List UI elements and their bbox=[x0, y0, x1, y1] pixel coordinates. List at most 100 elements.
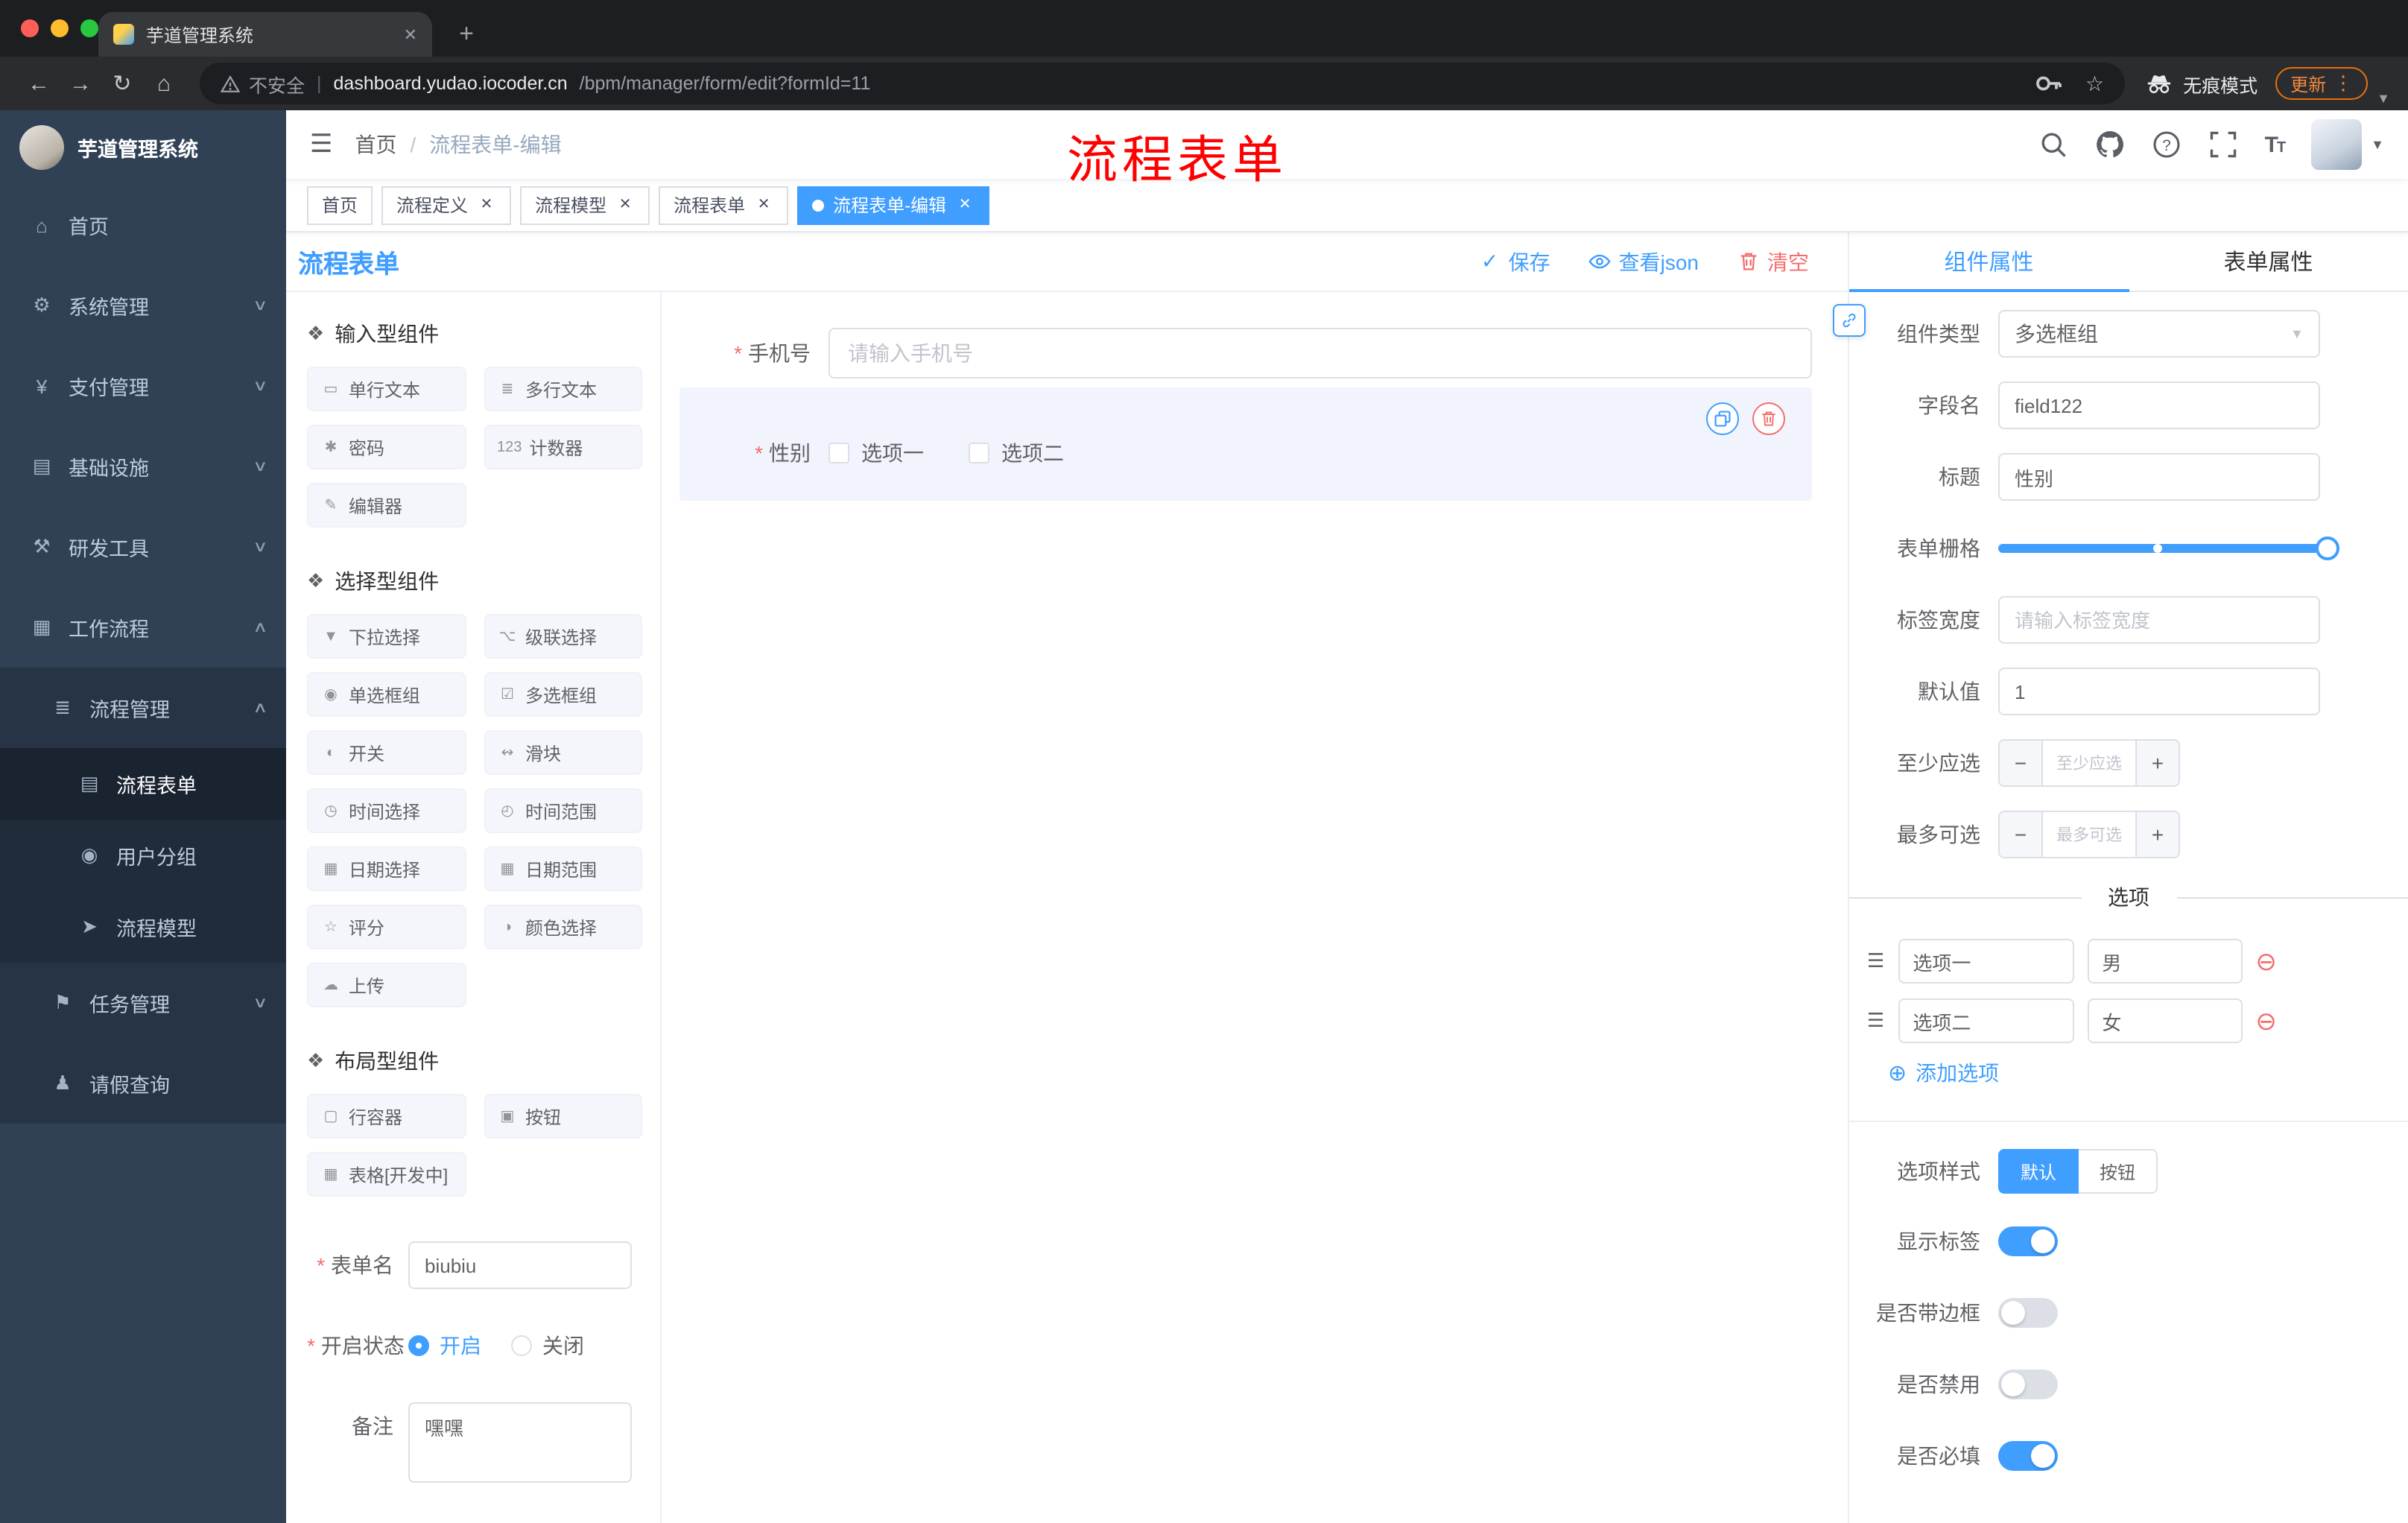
option-1-value-input[interactable] bbox=[2087, 939, 2243, 984]
minus-button[interactable]: − bbox=[2000, 741, 2043, 785]
chip-color-picker[interactable]: ◑ 颜色选择 bbox=[484, 905, 642, 949]
field-phone[interactable]: 手机号 bbox=[679, 328, 1812, 379]
reload-icon[interactable]: ↻ bbox=[101, 63, 143, 104]
chip-multi-line-text[interactable]: ≣ 多行文本 bbox=[484, 367, 642, 411]
style-button-button[interactable]: 按钮 bbox=[2079, 1149, 2158, 1194]
browser-tab[interactable]: 芋道管理系统 ✕ bbox=[98, 12, 432, 57]
chip-rate[interactable]: ☆ 评分 bbox=[307, 905, 466, 949]
tag-process-form-edit[interactable]: 流程表单-编辑 ✕ bbox=[797, 186, 990, 224]
option-1-label-input[interactable] bbox=[1898, 939, 2074, 984]
chevron-down-icon[interactable]: ▼ bbox=[2377, 91, 2390, 110]
option-2-value-input[interactable] bbox=[2087, 998, 2243, 1043]
style-default-button[interactable]: 默认 bbox=[1998, 1149, 2079, 1194]
sidebar-item-payment[interactable]: ¥ 支付管理 ∨ bbox=[0, 346, 286, 426]
status-off-radio[interactable]: 关闭 bbox=[511, 1322, 584, 1370]
chip-upload[interactable]: ☁ 上传 bbox=[307, 963, 466, 1007]
sidebar-item-home[interactable]: ⌂ 首页 bbox=[0, 185, 286, 265]
max-select-value[interactable]: 最多可选 bbox=[2043, 812, 2135, 857]
field-name-input[interactable] bbox=[1998, 381, 2320, 429]
chip-cascader[interactable]: ⌥ 级联选择 bbox=[484, 614, 642, 659]
chip-time-picker[interactable]: ◷ 时间选择 bbox=[307, 788, 466, 833]
browser-menu-icon[interactable]: ⋮ bbox=[2333, 72, 2353, 95]
tag-home[interactable]: 首页 bbox=[307, 186, 373, 224]
component-type-select[interactable]: 多选框组 ▼ bbox=[1998, 310, 2320, 358]
sidebar-item-user-group[interactable]: ◉ 用户分组 bbox=[0, 820, 286, 891]
delete-field-button[interactable] bbox=[1752, 402, 1785, 435]
new-tab-button[interactable]: + bbox=[447, 15, 486, 54]
github-icon[interactable] bbox=[2095, 130, 2125, 159]
remove-option-icon[interactable]: ⊖ bbox=[2255, 949, 2277, 974]
sidebar-item-process-form[interactable]: ▤ 流程表单 bbox=[0, 748, 286, 820]
chip-button[interactable]: ▣ 按钮 bbox=[484, 1094, 642, 1139]
chip-single-line-text[interactable]: ▭ 单行文本 bbox=[307, 367, 466, 411]
sidebar-item-system[interactable]: ⚙ 系统管理 ∨ bbox=[0, 265, 286, 346]
chip-date-range[interactable]: ▦ 日期范围 bbox=[484, 846, 642, 891]
sidebar-item-process-model[interactable]: ➤ 流程模型 bbox=[0, 891, 286, 963]
drag-handle-icon[interactable]: ☰ bbox=[1867, 1009, 1884, 1033]
with-border-toggle[interactable] bbox=[1998, 1298, 2058, 1328]
plus-button[interactable]: + bbox=[2135, 812, 2179, 857]
chip-time-range[interactable]: ◴ 时间范围 bbox=[484, 788, 642, 833]
grid-slider[interactable] bbox=[1998, 525, 2339, 572]
chip-password[interactable]: ✱ 密码 bbox=[307, 425, 466, 469]
default-value-input[interactable] bbox=[1998, 668, 2320, 715]
tag-process-form[interactable]: 流程表单 ✕ bbox=[659, 186, 789, 224]
copy-field-button[interactable] bbox=[1706, 402, 1739, 435]
plus-button[interactable]: + bbox=[2135, 741, 2179, 785]
status-on-radio[interactable]: 开启 bbox=[408, 1322, 481, 1370]
update-button[interactable]: 更新 ⋮ bbox=[2275, 67, 2369, 100]
drag-handle-icon[interactable]: ☰ bbox=[1867, 949, 1884, 973]
font-size-icon[interactable]: TT bbox=[2265, 132, 2287, 157]
close-icon[interactable]: ✕ bbox=[754, 195, 773, 215]
close-icon[interactable]: ✕ bbox=[955, 195, 975, 215]
minus-button[interactable]: − bbox=[2000, 812, 2043, 857]
chip-radio-group[interactable]: ◉ 单选框组 bbox=[307, 672, 466, 717]
sidebar-logo[interactable]: 芋道管理系统 bbox=[0, 110, 286, 185]
sidebar-item-devtools[interactable]: ⚒ 研发工具 ∨ bbox=[0, 507, 286, 587]
minimize-window-button[interactable] bbox=[51, 19, 69, 37]
security-status[interactable]: 不安全 bbox=[221, 69, 305, 98]
forward-icon[interactable]: → bbox=[60, 63, 101, 104]
chip-dropdown-select[interactable]: ▼ 下拉选择 bbox=[307, 614, 466, 659]
form-name-input[interactable] bbox=[408, 1241, 632, 1289]
user-menu[interactable]: ▼ bbox=[2311, 119, 2384, 170]
sidebar-item-workflow[interactable]: ▦ 工作流程 ∧ bbox=[0, 587, 286, 668]
field-gender-selected[interactable]: 性别 选项一 选项二 bbox=[679, 387, 1812, 501]
help-icon[interactable]: ? bbox=[2152, 130, 2182, 159]
maximize-window-button[interactable] bbox=[80, 19, 98, 37]
bookmark-star-icon[interactable]: ☆ bbox=[2085, 71, 2104, 96]
link-button[interactable] bbox=[1833, 304, 1866, 337]
chip-editor[interactable]: ✎ 编辑器 bbox=[307, 483, 466, 528]
sidebar-item-leave-query[interactable]: ♟ 请假查询 bbox=[0, 1043, 286, 1124]
key-icon[interactable] bbox=[2035, 69, 2065, 98]
chip-row-container[interactable]: ▢ 行容器 bbox=[307, 1094, 466, 1139]
address-bar[interactable]: 不安全 | dashboard.yudao.iocoder.cn/bpm/man… bbox=[200, 63, 2126, 104]
min-select-value[interactable]: 至少应选 bbox=[2043, 741, 2135, 785]
close-icon[interactable]: ✕ bbox=[477, 195, 496, 215]
chip-counter[interactable]: 123 计数器 bbox=[484, 425, 642, 469]
back-icon[interactable]: ← bbox=[18, 63, 60, 104]
required-toggle[interactable] bbox=[1998, 1441, 2058, 1471]
hamburger-icon[interactable]: ☰ bbox=[310, 130, 333, 159]
home-icon[interactable]: ⌂ bbox=[143, 63, 185, 104]
show-label-toggle[interactable] bbox=[1998, 1226, 2058, 1256]
close-icon[interactable]: ✕ bbox=[615, 195, 635, 215]
breadcrumb-root[interactable]: 首页 bbox=[355, 130, 397, 159]
sidebar-item-infrastructure[interactable]: ▤ 基础设施 ∨ bbox=[0, 426, 286, 507]
title-input[interactable] bbox=[1998, 453, 2320, 501]
remove-option-icon[interactable]: ⊖ bbox=[2255, 1008, 2277, 1033]
clear-button[interactable]: 清空 bbox=[1737, 247, 1809, 276]
chip-table-wip[interactable]: ▦ 表格[开发中] bbox=[307, 1152, 466, 1197]
fullscreen-icon[interactable] bbox=[2208, 130, 2238, 159]
checkbox-option-1[interactable]: 选项一 bbox=[828, 438, 924, 468]
tab-component-props[interactable]: 组件属性 bbox=[1849, 232, 2129, 292]
tab-form-props[interactable]: 表单属性 bbox=[2129, 232, 2408, 291]
save-button[interactable]: ✓ 保存 bbox=[1479, 247, 1550, 276]
disabled-toggle[interactable] bbox=[1998, 1370, 2058, 1399]
label-width-input[interactable] bbox=[1998, 596, 2320, 644]
sidebar-item-process-management[interactable]: ≣ 流程管理 ∧ bbox=[0, 668, 286, 748]
checkbox-option-2[interactable]: 选项二 bbox=[969, 438, 1064, 468]
phone-input[interactable] bbox=[828, 328, 1812, 379]
sidebar-item-task-management[interactable]: ⚑ 任务管理 ∨ bbox=[0, 963, 286, 1043]
option-2-label-input[interactable] bbox=[1898, 998, 2074, 1043]
